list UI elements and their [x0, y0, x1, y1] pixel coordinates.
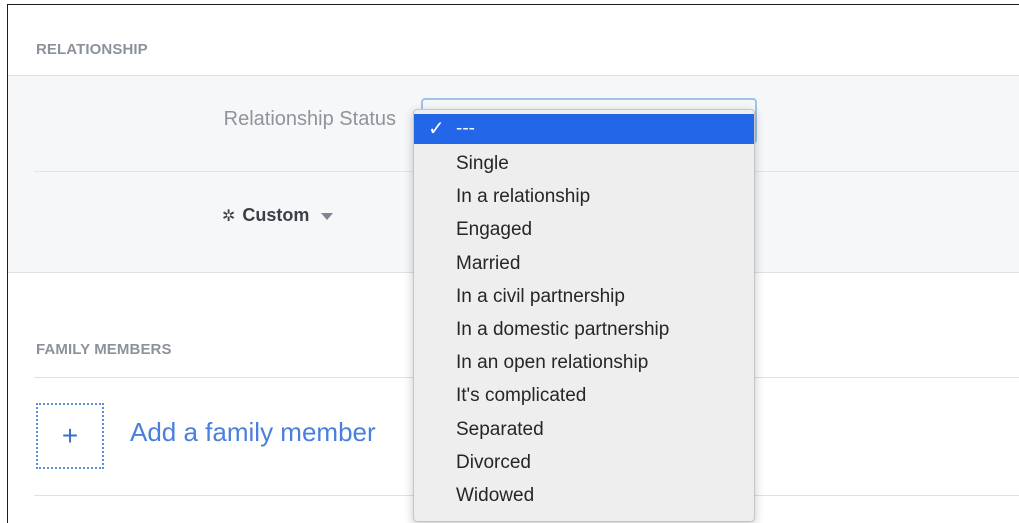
- dropdown-option-domestic-partnership[interactable]: In a domestic partnership: [414, 313, 754, 346]
- caret-down-icon: [321, 213, 334, 220]
- privacy-selector-button[interactable]: ✲ Custom: [222, 205, 334, 226]
- relationship-status-label: Relationship Status: [223, 108, 396, 130]
- dropdown-option-complicated[interactable]: It's complicated: [414, 379, 754, 412]
- dropdown-option-single[interactable]: Single: [414, 147, 754, 180]
- dropdown-option-none[interactable]: ✓ ---: [414, 114, 754, 144]
- add-family-member-link[interactable]: Add a family member: [130, 417, 376, 448]
- relationship-section-title: RELATIONSHIP: [36, 41, 148, 58]
- settings-page: RELATIONSHIP Relationship Status ✲ Custo…: [7, 4, 1019, 523]
- add-family-member-button[interactable]: +: [36, 403, 104, 469]
- dropdown-option-in-a-relationship[interactable]: In a relationship: [414, 180, 754, 213]
- family-members-section-title: FAMILY MEMBERS: [36, 341, 172, 358]
- dropdown-option-divorced[interactable]: Divorced: [414, 446, 754, 479]
- privacy-label: Custom: [242, 205, 310, 225]
- option-label: ---: [456, 118, 475, 139]
- gear-icon: ✲: [222, 207, 236, 225]
- dropdown-option-civil-partnership[interactable]: In a civil partnership: [414, 280, 754, 313]
- relationship-status-dropdown-menu: ✓ --- Single In a relationship Engaged M…: [413, 109, 755, 522]
- dropdown-options: ✓ --- Single In a relationship Engaged M…: [414, 110, 754, 512]
- dropdown-option-separated[interactable]: Separated: [414, 413, 754, 446]
- dropdown-option-open-relationship[interactable]: In an open relationship: [414, 346, 754, 379]
- dropdown-option-widowed[interactable]: Widowed: [414, 479, 754, 512]
- dropdown-option-engaged[interactable]: Engaged: [414, 213, 754, 246]
- dropdown-option-married[interactable]: Married: [414, 247, 754, 280]
- checkmark-icon: ✓: [428, 118, 445, 140]
- plus-icon: +: [61, 420, 79, 451]
